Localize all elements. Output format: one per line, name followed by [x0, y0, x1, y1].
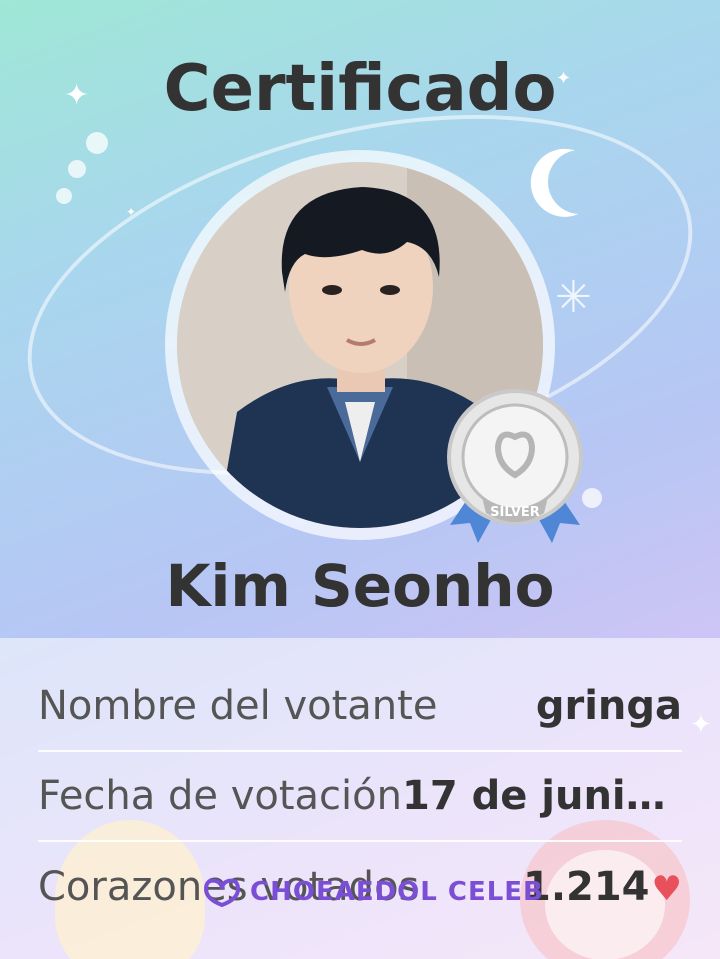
voter-name-value: gringa [535, 683, 682, 729]
brand-name: CHOEAEDOL CELEB [250, 877, 544, 907]
voter-name-row: Nombre del votante gringa [38, 662, 682, 752]
star-dot [68, 160, 86, 178]
sparkle-icon: ✦ [126, 205, 137, 219]
star-dot [86, 132, 108, 154]
celebrity-name: Kim Seonho [165, 552, 555, 620]
brand-logo-icon [203, 878, 241, 908]
voter-name-label: Nombre del votante [38, 683, 438, 729]
sparkle-icon: ✳ [555, 272, 592, 323]
vote-date-value: 17 de junio... [401, 773, 682, 819]
certificate-title: Certificado [163, 52, 557, 126]
star-dot [56, 188, 72, 204]
brand-watermark: CHOEAEDOL CELEB [200, 872, 544, 912]
vote-date-row: Fecha de votación 17 de junio... [38, 752, 682, 842]
heart-icon: ♥ [651, 869, 682, 909]
hearts-value-group: 1.214♥ [523, 864, 682, 910]
vote-date-label: Fecha de votación [38, 773, 402, 819]
silver-tier-badge: SILVER [447, 389, 583, 543]
badge-label: SILVER [490, 505, 540, 520]
